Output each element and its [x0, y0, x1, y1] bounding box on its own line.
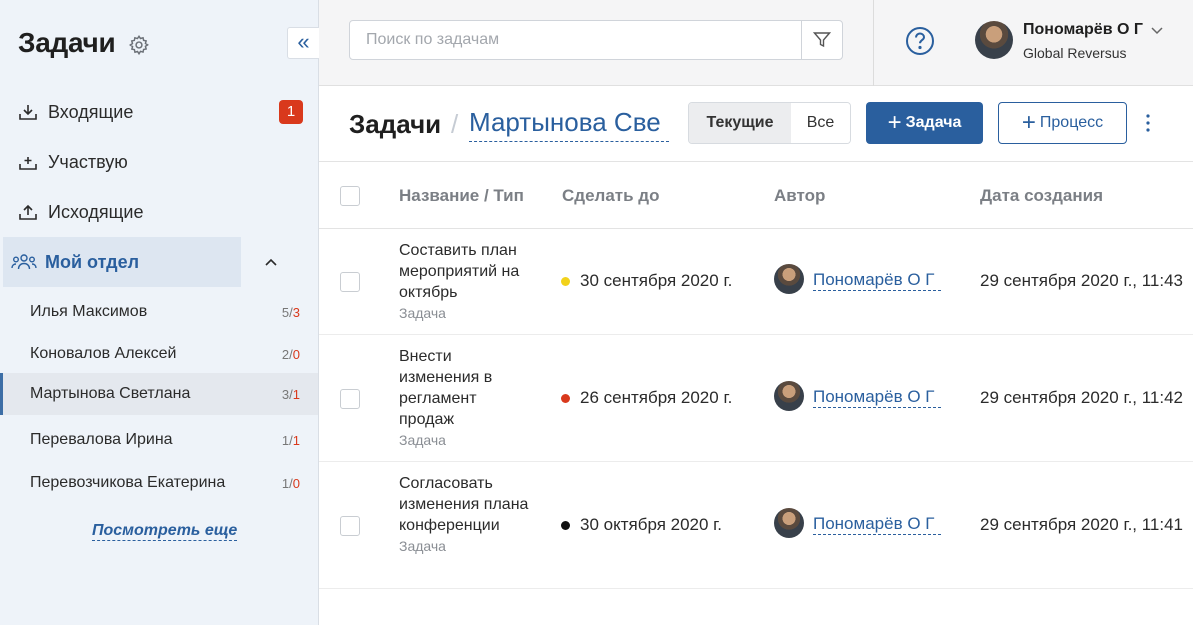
author-avatar [774, 508, 804, 538]
member-task-count: 5/3 [281, 304, 300, 320]
department-member[interactable]: Перевалова Ирина 1/1 [0, 420, 318, 460]
gear-icon[interactable] [128, 34, 150, 56]
collapse-sidebar-button[interactable]: « [287, 27, 319, 59]
user-avatar[interactable] [975, 21, 1013, 59]
member-overdue-count: 0 [292, 475, 300, 491]
task-title[interactable]: Составить план мероприятий на октябрь За… [399, 240, 529, 324]
task-type: Задача [399, 432, 446, 448]
filter-button[interactable] [801, 21, 842, 59]
filter-icon [813, 32, 831, 48]
add-process-button[interactable]: + Процесс [998, 102, 1127, 144]
due-status-dot [561, 276, 570, 286]
nav-item-participate[interactable]: Участвую [18, 150, 128, 174]
breadcrumb-root[interactable]: Задачи [349, 109, 441, 140]
breadcrumb-separator: / [451, 109, 459, 139]
table-row[interactable]: Внести изменения в регламент продаж Зада… [319, 335, 1193, 462]
department-member[interactable]: Коновалов Алексей 2/0 [0, 334, 318, 374]
member-name: Илья Максимов [30, 303, 148, 320]
member-overdue-count: 1 [292, 386, 300, 402]
department-member-selected[interactable]: Мартынова Светлана 3/1 [0, 373, 318, 415]
plus-icon: + [887, 109, 902, 136]
chevron-down-icon[interactable] [1151, 26, 1163, 35]
user-name[interactable]: Пономарёв О Г [1023, 21, 1143, 39]
due-date: 30 сентября 2020 г. [561, 271, 732, 291]
member-task-count: 1/1 [281, 432, 300, 448]
column-header-author[interactable]: Автор [774, 186, 825, 206]
member-task-count: 1/0 [281, 475, 300, 491]
breadcrumb-current[interactable]: Мартынова Све [469, 106, 669, 142]
row-checkbox[interactable] [340, 272, 360, 292]
department-member[interactable]: Илья Максимов 5/3 [0, 292, 318, 332]
top-bar: Пономарёв О Г Global Reversus [319, 0, 1193, 86]
author-link[interactable]: Пономарёв О Г [813, 514, 941, 535]
sidebar: Задачи « Входящие 1 Участвую Исходящие М… [0, 0, 319, 625]
table-row[interactable]: Составить план мероприятий на октябрь За… [319, 229, 1193, 335]
task-title[interactable]: Согласовать изменения плана конференции … [399, 473, 529, 557]
author-avatar [774, 381, 804, 411]
member-name: Перевозчикова Екатерина [30, 474, 226, 491]
member-overdue-count: 1 [292, 432, 300, 448]
double-chevron-left-icon: « [297, 29, 310, 54]
task-type: Задача [399, 305, 446, 321]
nav-item-label: Исходящие [48, 201, 144, 222]
due-status-dot [561, 393, 570, 403]
due-date: 30 октября 2020 г. [561, 515, 722, 535]
member-name: Перевалова Ирина [30, 431, 173, 448]
department-member[interactable]: Перевозчикова Екатерина 1/0 [0, 463, 318, 503]
member-name: Коновалов Алексей [30, 345, 177, 362]
inbox-count-badge: 1 [279, 100, 303, 124]
more-options-icon[interactable] [1140, 113, 1156, 133]
add-task-button[interactable]: + Задача [866, 102, 983, 144]
row-checkbox[interactable] [340, 389, 360, 409]
chevron-up-icon[interactable] [262, 255, 280, 269]
member-overdue-count: 3 [292, 304, 300, 320]
user-organization: Global Reversus [1023, 45, 1127, 61]
due-status-dot [561, 520, 570, 530]
nav-item-label: Входящие [48, 101, 134, 122]
author-avatar [774, 264, 804, 294]
row-checkbox[interactable] [340, 516, 360, 536]
team-icon [11, 254, 37, 270]
add-process-label: Процесс [1039, 114, 1104, 131]
task-type: Задача [399, 538, 446, 554]
nav-item-my-department[interactable]: Мой отдел [3, 237, 241, 287]
inbox-icon [19, 105, 37, 120]
created-date: 29 сентября 2020 г., 11:43 [980, 271, 1184, 290]
search-input[interactable] [350, 21, 790, 59]
add-task-label: Задача [905, 114, 962, 131]
search-box [349, 20, 843, 60]
task-filter-toggle: Текущие Все [688, 102, 851, 144]
member-task-count: 2/0 [281, 346, 300, 362]
department-label: Мой отдел [45, 251, 140, 272]
member-overdue-count: 0 [292, 346, 300, 362]
select-all-checkbox[interactable] [340, 186, 360, 206]
column-header-name[interactable]: Название / Тип [399, 186, 524, 206]
table-row[interactable]: Согласовать изменения плана конференции … [319, 462, 1193, 589]
nav-item-outbox[interactable]: Исходящие [18, 200, 143, 224]
help-icon[interactable] [905, 26, 935, 56]
tab-all[interactable]: Все [791, 103, 850, 143]
participate-icon [19, 157, 37, 170]
author-link[interactable]: Пономарёв О Г [813, 387, 941, 408]
task-title[interactable]: Внести изменения в регламент продаж Зада… [399, 346, 529, 451]
nav-item-inbox[interactable]: Входящие [18, 100, 133, 124]
tab-current[interactable]: Текущие [689, 103, 791, 143]
created-date: 29 сентября 2020 г., 11:42 [980, 388, 1184, 407]
sidebar-title: Задачи [18, 27, 116, 58]
table-header: Название / Тип Сделать до Автор Дата соз… [319, 161, 1193, 229]
column-header-created[interactable]: Дата создания [980, 186, 1103, 206]
member-name: Мартынова Светлана [30, 385, 191, 402]
outbox-icon [19, 204, 37, 220]
created-date: 29 сентября 2020 г., 11:41 [980, 515, 1184, 534]
due-date: 26 сентября 2020 г. [561, 388, 732, 408]
column-header-due[interactable]: Сделать до [562, 186, 659, 206]
divider [873, 0, 874, 86]
plus-icon: + [1021, 109, 1036, 136]
author-link[interactable]: Пономарёв О Г [813, 270, 941, 291]
see-more-link[interactable]: Посмотреть еще [92, 522, 238, 541]
nav-item-label: Участвую [48, 151, 128, 172]
member-task-count: 3/1 [281, 386, 300, 402]
